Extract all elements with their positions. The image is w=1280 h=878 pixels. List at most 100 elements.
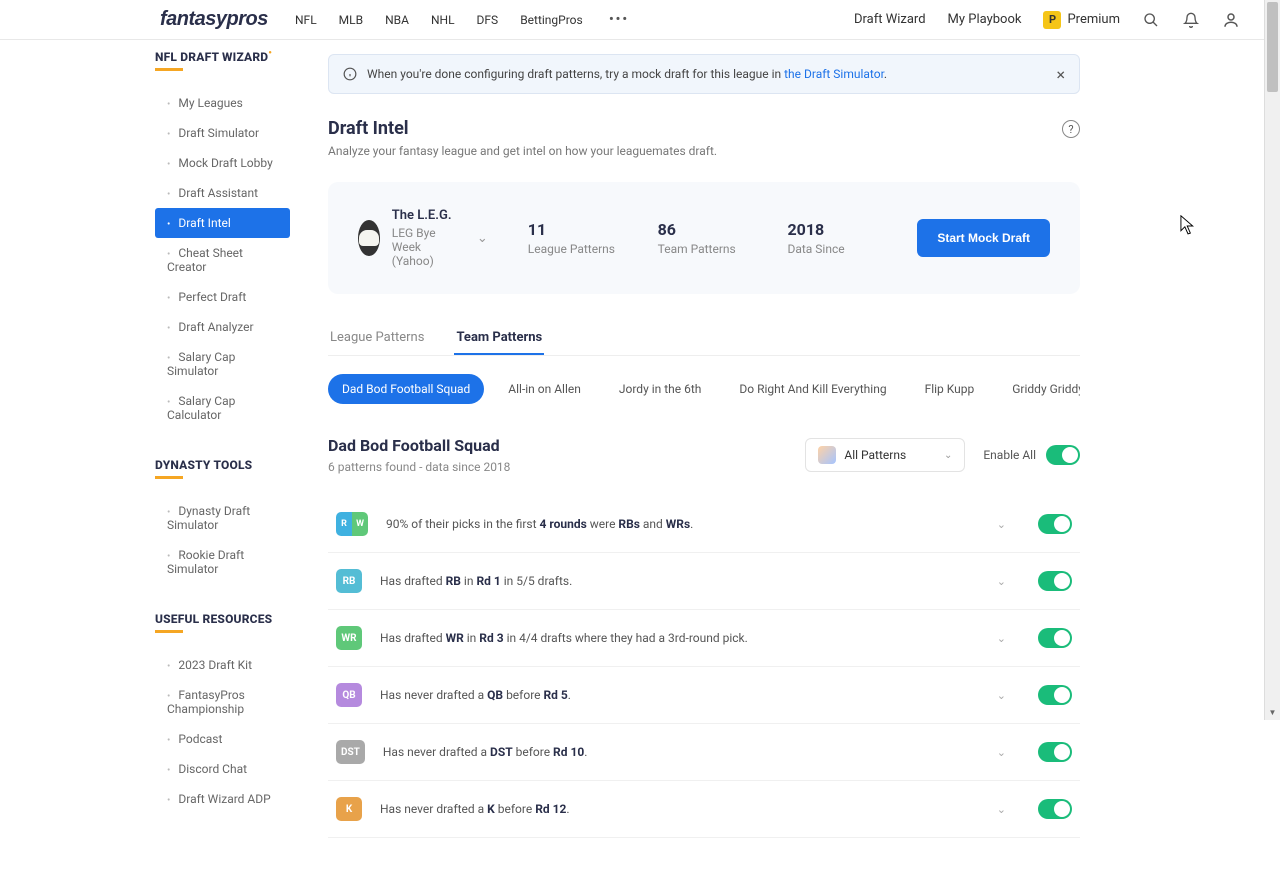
pattern-toggle[interactable]: [1038, 514, 1072, 534]
sidebar-item[interactable]: Salary Cap Calculator: [155, 386, 290, 430]
pattern-row[interactable]: KHas never drafted a K before Rd 12.⌄: [328, 781, 1080, 838]
stat-value: 11: [528, 220, 618, 239]
premium-label: Premium: [1067, 12, 1120, 27]
bell-icon[interactable]: [1182, 11, 1200, 29]
position-badge: WR: [336, 626, 362, 650]
tab-team-patterns[interactable]: Team Patterns: [454, 322, 544, 355]
pattern-toggle[interactable]: [1038, 685, 1072, 705]
nav-sport-link[interactable]: BettingPros: [520, 13, 583, 27]
nav-sport-link[interactable]: NHL: [431, 13, 455, 27]
top-nav: fantasypros NFL MLB NBA NHL DFS BettingPros D…: [0, 0, 1280, 40]
enable-all-toggle[interactable]: [1046, 445, 1080, 465]
pattern-row[interactable]: DSTHas never drafted a DST before Rd 10.…: [328, 724, 1080, 781]
league-stats-card: The L.E.G. LEG Bye Week (Yahoo) ⌄ 11 Lea…: [328, 182, 1080, 294]
pattern-toggle[interactable]: [1038, 799, 1072, 819]
chevron-down-icon[interactable]: ⌄: [997, 632, 1006, 645]
stat-value: 2018: [787, 220, 877, 239]
pattern-text: Has drafted WR in Rd 3 in 4/4 drafts whe…: [380, 631, 979, 645]
stat-league-patterns: 11 League Patterns: [528, 220, 618, 256]
pattern-row[interactable]: WR Has drafted WR in Rd 3 in 4/4 drafts w…: [328, 610, 1080, 667]
page-subtitle: Analyze your fantasy league and get inte…: [328, 144, 717, 158]
pattern-text: 90% of their picks in the first 4 rounds…: [386, 517, 979, 531]
team-pill[interactable]: Jordy in the 6th: [605, 374, 716, 404]
sidebar-section-title-dynasty: DYNASTY TOOLS: [155, 458, 290, 484]
team-pill[interactable]: Flip Kupp: [911, 374, 989, 404]
chevron-down-icon[interactable]: ⌄: [997, 689, 1006, 702]
pattern-toggle[interactable]: [1038, 628, 1072, 648]
filter-label: All Patterns: [844, 448, 906, 462]
nav-my-playbook[interactable]: My Playbook: [948, 12, 1022, 27]
league-selector[interactable]: The L.E.G. LEG Bye Week (Yahoo) ⌄: [358, 208, 488, 268]
nav-draft-wizard[interactable]: Draft Wizard: [854, 12, 926, 27]
close-icon[interactable]: ×: [1056, 65, 1065, 84]
stat-value: 86: [658, 220, 748, 239]
position-badge: R W: [336, 512, 368, 536]
sidebar-item[interactable]: Podcast: [155, 724, 290, 754]
chevron-down-icon[interactable]: ⌄: [997, 518, 1006, 531]
sidebar-item[interactable]: Salary Cap Simulator: [155, 342, 290, 386]
pattern-toggle[interactable]: [1038, 571, 1072, 591]
banner-link-draft-simulator[interactable]: the Draft Simulator: [784, 67, 884, 81]
team-pill[interactable]: Dad Bod Football Squad: [328, 374, 484, 404]
nav-sport-link[interactable]: NBA: [385, 13, 409, 27]
tab-league-patterns[interactable]: League Patterns: [328, 322, 426, 355]
team-pill[interactable]: All-in on Allen: [494, 374, 595, 404]
scrollbar[interactable]: ▲ ▼: [1264, 0, 1280, 720]
sidebar-item[interactable]: 2023 Draft Kit: [155, 650, 290, 680]
chevron-down-icon[interactable]: ⌄: [997, 803, 1006, 816]
nav-sport-link[interactable]: NFL: [295, 13, 317, 27]
chevron-down-icon: ⌄: [944, 450, 952, 461]
pattern-row[interactable]: RBHas drafted RB in Rd 1 in 5/5 drafts.⌄: [328, 553, 1080, 610]
premium-badge-icon: P: [1043, 11, 1061, 29]
squad-title: Dad Bod Football Squad: [328, 436, 510, 455]
pattern-filter-select[interactable]: All Patterns ⌄: [805, 438, 965, 472]
sidebar-item[interactable]: My Leagues: [155, 88, 290, 118]
topnav-sports-links: NFL MLB NBA NHL DFS BettingPros: [295, 13, 583, 27]
sidebar-list-resources: 2023 Draft KitFantasyPros ChampionshipPo…: [155, 650, 290, 814]
nav-sport-link[interactable]: MLB: [339, 13, 363, 27]
team-pill[interactable]: Griddy Griddy Bang Bang: [998, 374, 1080, 404]
scroll-down-arrow-icon[interactable]: ▼: [1265, 704, 1280, 720]
start-mock-draft-button[interactable]: Start Mock Draft: [917, 219, 1050, 257]
help-icon[interactable]: ?: [1062, 120, 1080, 138]
nav-premium-link[interactable]: P Premium: [1043, 11, 1120, 29]
sidebar-item[interactable]: Mock Draft Lobby: [155, 148, 290, 178]
chevron-down-icon[interactable]: ⌄: [997, 746, 1006, 759]
sidebar-item[interactable]: FantasyPros Championship: [155, 680, 290, 724]
sidebar-item[interactable]: Discord Chat: [155, 754, 290, 784]
sidebar-item[interactable]: Draft Assistant: [155, 178, 290, 208]
sidebar-item[interactable]: Perfect Draft: [155, 282, 290, 312]
sidebar-item[interactable]: Rookie Draft Simulator: [155, 540, 290, 584]
sidebar-item[interactable]: Dynasty Draft Simulator: [155, 496, 290, 540]
filter-icon: [818, 446, 836, 464]
more-menu-icon[interactable]: •••: [610, 11, 628, 29]
scrollbar-thumb[interactable]: [1267, 2, 1278, 92]
stat-label: League Patterns: [528, 242, 618, 256]
chevron-down-icon[interactable]: ⌄: [997, 575, 1006, 588]
search-icon[interactable]: [1142, 11, 1160, 29]
nav-sport-link[interactable]: DFS: [477, 13, 499, 27]
info-banner: When you're done configuring draft patte…: [328, 54, 1080, 94]
pattern-row[interactable]: QBHas never drafted a QB before Rd 5.⌄: [328, 667, 1080, 724]
stat-team-patterns: 86 Team Patterns: [658, 220, 748, 256]
squad-header: Dad Bod Football Squad 6 patterns found …: [328, 436, 1080, 474]
stat-label: Data Since: [787, 242, 877, 256]
sidebar-section-title-draft-wizard: NFL DRAFT WIZARD•: [155, 50, 290, 76]
info-icon: [343, 67, 357, 81]
brand-logo[interactable]: fantasypros: [160, 8, 268, 31]
topnav-right: Draft Wizard My Playbook P Premium: [854, 11, 1240, 29]
pattern-tabs: League Patterns Team Patterns: [328, 322, 1080, 356]
pattern-row[interactable]: R W 90% of their picks in the first 4 ro…: [328, 496, 1080, 553]
sidebar-item[interactable]: Draft Wizard ADP: [155, 784, 290, 814]
account-icon[interactable]: [1222, 11, 1240, 29]
sidebar-item[interactable]: Draft Simulator: [155, 118, 290, 148]
sidebar-item[interactable]: Cheat Sheet Creator: [155, 238, 290, 282]
team-pill[interactable]: Do Right And Kill Everything: [725, 374, 900, 404]
sidebar-item[interactable]: Draft Intel: [155, 208, 290, 238]
pattern-toggle[interactable]: [1038, 742, 1072, 762]
league-logo-icon: [358, 220, 380, 256]
sidebar-list-draft-wizard: My LeaguesDraft SimulatorMock Draft Lobb…: [155, 88, 290, 430]
enable-all-label: Enable All: [983, 448, 1036, 462]
sidebar-item[interactable]: Draft Analyzer: [155, 312, 290, 342]
pattern-text: Has never drafted a DST before Rd 10.: [383, 745, 979, 759]
